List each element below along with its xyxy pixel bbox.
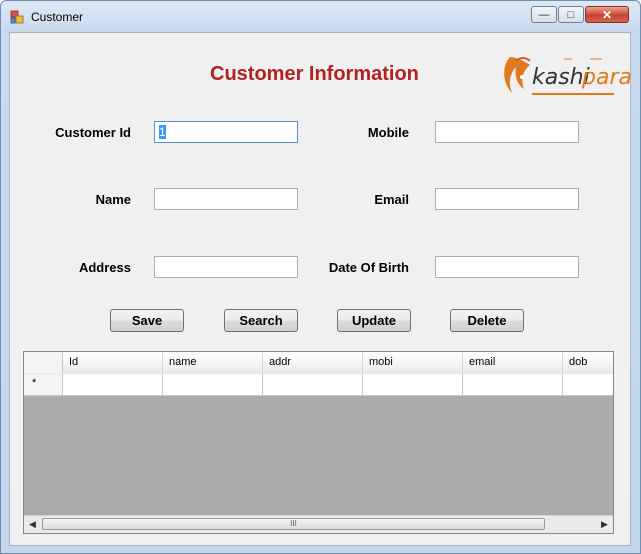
column-header-mobi[interactable]: mobi <box>363 352 463 373</box>
email-label: Email <box>374 192 409 207</box>
logo-underline <box>532 93 614 95</box>
column-header-email[interactable]: email <box>463 352 563 373</box>
grid-horizontal-scrollbar[interactable]: ◀ III ▶ <box>24 515 613 533</box>
grid-new-row[interactable]: * <box>24 374 613 396</box>
grid-cell-id[interactable] <box>63 374 163 395</box>
maximize-icon: □ <box>567 8 575 21</box>
column-header-dob[interactable]: dob <box>563 352 613 373</box>
scroll-thumb[interactable]: III <box>42 518 545 530</box>
grid-corner-header <box>24 352 63 373</box>
delete-button[interactable]: Delete <box>450 309 524 332</box>
name-input[interactable] <box>154 188 298 210</box>
address-input[interactable] <box>154 256 298 278</box>
address-label: Address <box>78 260 131 275</box>
grid-cell-email[interactable] <box>463 374 563 395</box>
name-label: Name <box>95 192 131 207</box>
window-title: Customer <box>31 10 84 24</box>
update-button[interactable]: Update <box>337 309 411 332</box>
close-icon: ✕ <box>601 7 613 22</box>
app-icon <box>10 10 24 24</box>
title-bar[interactable]: Customer — □ ✕ <box>1 1 640 33</box>
form-client-area: Customer Information kashi para Customer… <box>9 32 632 546</box>
customer-id-label: Customer Id <box>55 125 131 140</box>
dob-label: Date Of Birth <box>328 260 409 275</box>
mobile-label: Mobile <box>367 125 409 140</box>
grid-cell-addr[interactable] <box>263 374 363 395</box>
kashipara-logo: kashi para <box>498 47 632 105</box>
form-heading: Customer Information <box>210 63 419 85</box>
new-row-marker-icon: * <box>32 377 37 389</box>
customer-window: Customer — □ ✕ Customer Information kash… <box>0 0 641 554</box>
customer-id-input[interactable]: 1 <box>154 121 298 143</box>
column-header-id[interactable]: Id <box>63 352 163 373</box>
email-input[interactable] <box>435 188 579 210</box>
minimize-icon: — <box>538 8 550 21</box>
grid-cell-mobi[interactable] <box>363 374 463 395</box>
mobile-input[interactable] <box>435 121 579 143</box>
customer-data-grid[interactable]: Id name addr mobi email dob * ◀ III ▶ <box>23 351 614 534</box>
search-button[interactable]: Search <box>224 309 298 332</box>
minimize-button[interactable]: — <box>531 6 557 23</box>
grid-cell-dob[interactable] <box>563 374 613 395</box>
logo-text-para: para <box>582 65 632 90</box>
grid-cell-name[interactable] <box>163 374 263 395</box>
close-button[interactable]: ✕ <box>585 6 629 23</box>
column-header-name[interactable]: name <box>163 352 263 373</box>
column-header-addr[interactable]: addr <box>263 352 363 373</box>
maximize-button[interactable]: □ <box>558 6 584 23</box>
grid-row-header[interactable]: * <box>24 374 63 395</box>
save-button[interactable]: Save <box>110 309 184 332</box>
scroll-right-icon[interactable]: ▶ <box>596 516 613 533</box>
customer-id-value: 1 <box>159 125 166 139</box>
grid-header-row: Id name addr mobi email dob <box>24 352 613 375</box>
scroll-left-icon[interactable]: ◀ <box>24 516 41 533</box>
dob-input[interactable] <box>435 256 579 278</box>
